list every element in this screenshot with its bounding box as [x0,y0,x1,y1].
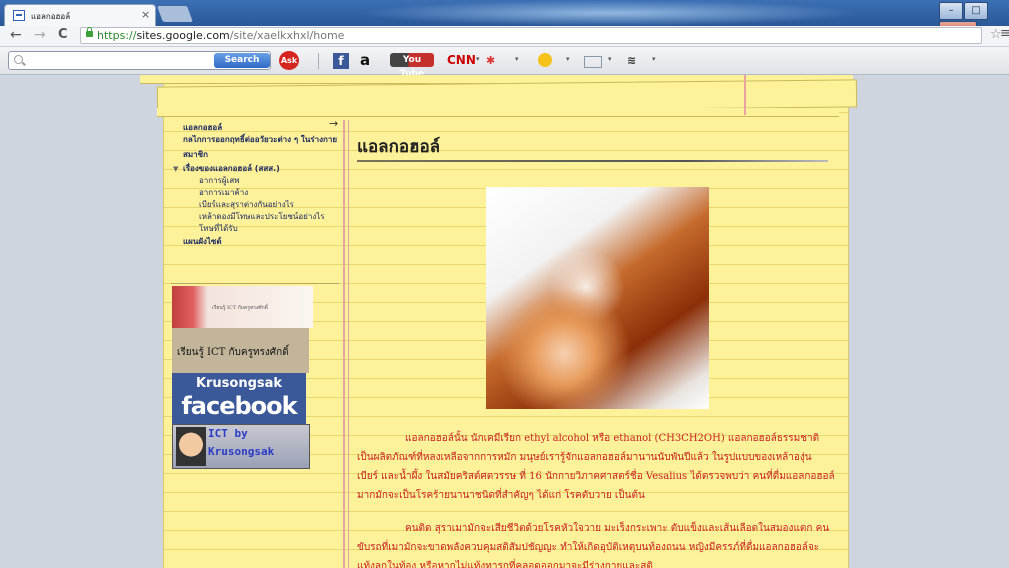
ict-krusongsak-banner[interactable]: เรียนรู้ ICT กับครูทรงศักดิ์ [172,328,309,373]
facebook-badge-name: Krusongsak [195,376,283,391]
expand-triangle-icon[interactable]: ▼ [173,164,178,174]
title-underline [357,160,828,162]
signal-icon[interactable]: ≋ [627,51,636,70]
maximize-button[interactable]: □ [964,2,988,20]
chrome-menu-icon[interactable]: ≡ [1000,26,1009,41]
margin-line-header [744,75,746,115]
address-bar-row: ← → C https://sites.google.com/site/xael… [0,26,1009,47]
page-viewport: → แอลกอฮอล์ กลไกการออกฤทธิ์ต่ออวัยวะต่าง… [0,75,1009,568]
sidebar-item-mechanism[interactable]: กลไกการออกฤทธิ์ต่ออวัยวะต่าง ๆ ในร่างกาย [183,135,343,145]
back-icon[interactable]: ← [10,27,22,43]
sidebar-subitem-symptoms[interactable]: อาการผู้เสพ [183,176,343,186]
search-icon [14,55,23,64]
window-titlebar: แอลกอฮอล์ × –□x [0,0,1009,39]
cnn-dropdown-icon[interactable]: ▾ [476,55,480,63]
url-path: /site/xaelkxhxl/home [229,29,345,42]
new-tab-button[interactable] [157,6,193,22]
titlebar-glow [360,0,860,26]
sun-dropdown-icon[interactable]: ▾ [566,55,570,63]
site-banner-image[interactable]: เรียนรู้ ICT กับครูทรงศักดิ์ [172,286,313,328]
facebook-badge[interactable]: Krusongsak facebook [172,373,306,424]
ict-by-krusongsak-badge[interactable]: ICT by Krusongsak [172,424,310,469]
mail-icon[interactable] [584,56,602,68]
search-button[interactable]: Search [214,53,270,68]
paragraph-2: คนติด สุราเมามักจะเสียชีวิตด้วยโรคหัวใจว… [357,519,835,568]
facebook-icon[interactable]: f [333,53,349,69]
browser-tab[interactable]: แอลกอฮอล์ × [4,4,156,26]
tab-title: แอลกอฮอล์ [31,12,71,21]
tab-close-icon[interactable]: × [141,8,150,21]
sidebar-divider [171,283,339,284]
banner-caption: เรียนรู้ ICT กับครูทรงศักดิ์ [212,305,268,311]
sidebar-subitem-beer-liquor[interactable]: เบียร์และสุราต่างกันอย่างไร [183,200,343,210]
paragraph-1-text: แอลกอฮอล์นั้น นักเคมีเรียก ethyl alcohol… [357,433,835,501]
sidebar-item-sitemap[interactable]: แผนผังไซต์ [183,237,343,247]
ictby-line1: ICT by [208,427,248,440]
sidebar-item-sss[interactable]: ▼ เรื่องของแอลกอฮอล์ (สสส.) [173,164,343,174]
facebook-badge-wordmark: facebook [181,392,297,420]
sidebar-item-alcohol[interactable]: แอลกอฮอล์ [183,123,343,133]
margin-line-left-2 [348,120,349,568]
whisky-glass-photo [486,187,709,409]
cnn-icon[interactable]: CNN [447,51,476,70]
page-title: แอลกอฮอล์ [357,137,441,157]
amazon-icon[interactable]: a [360,51,370,70]
sidebar-item-members[interactable]: สมาชิก [183,150,343,160]
url-host: sites.google.com [136,29,230,42]
url-text: https://sites.google.com/site/xaelkxhxl/… [97,29,344,42]
sidebar-item-sss-label: เรื่องของแอลกอฮอล์ (สสส.) [183,164,280,173]
sidebar-subitem-harm[interactable]: โทษที่ได้รับ [183,224,343,234]
url-scheme: https:// [97,29,137,42]
toolbar-separator [318,53,319,69]
weather-dropdown-icon[interactable]: ▾ [515,55,519,63]
sun-icon[interactable] [538,53,552,67]
url-field[interactable]: https://sites.google.com/site/xaelkxhxl/… [80,27,982,44]
cartoon-avatar [176,427,206,466]
sidebar-subitem-pickled-liquor[interactable]: เหล้าดองมีโทษและประโยชน์อย่างไร [183,212,343,222]
ict-banner-text: เรียนรู้ ICT กับครูทรงศักดิ์ [177,347,289,358]
youtube-icon[interactable]: You Tube [390,53,434,79]
reload-icon[interactable]: C [58,27,68,42]
notepad-strip-bottom [157,108,839,117]
ictby-line2: Krusongsak [208,445,275,458]
lock-icon [86,27,93,37]
toolbar-search-input[interactable]: Search [8,51,271,70]
mail-dropdown-icon[interactable]: ▾ [608,55,612,63]
addon-toolbar: Search Ask f a You Tube CNN ▾ ✱ ▾ ▾ ▾ ≋ … [0,47,1009,79]
ask-icon[interactable]: Ask [279,51,299,70]
weather-icon[interactable]: ✱ [486,51,495,70]
sidebar-subitem-hangover[interactable]: อาการเมาค้าง [183,188,343,198]
paragraph-2-text: คนติด สุราเมามักจะเสียชีวิตด้วยโรคหัวใจว… [357,523,830,568]
sidebar-nav: แอลกอฮอล์ กลไกการออกฤทธิ์ต่ออวัยวะต่าง ๆ… [173,123,343,247]
sites-favicon-icon [13,10,25,21]
forward-icon[interactable]: → [34,27,46,43]
paragraph-1: แอลกอฮอล์นั้น นักเคมีเรียก ethyl alcohol… [357,429,835,505]
signal-dropdown-icon[interactable]: ▾ [652,55,656,63]
minimize-button[interactable]: – [939,2,963,20]
margin-line-left [343,120,345,568]
